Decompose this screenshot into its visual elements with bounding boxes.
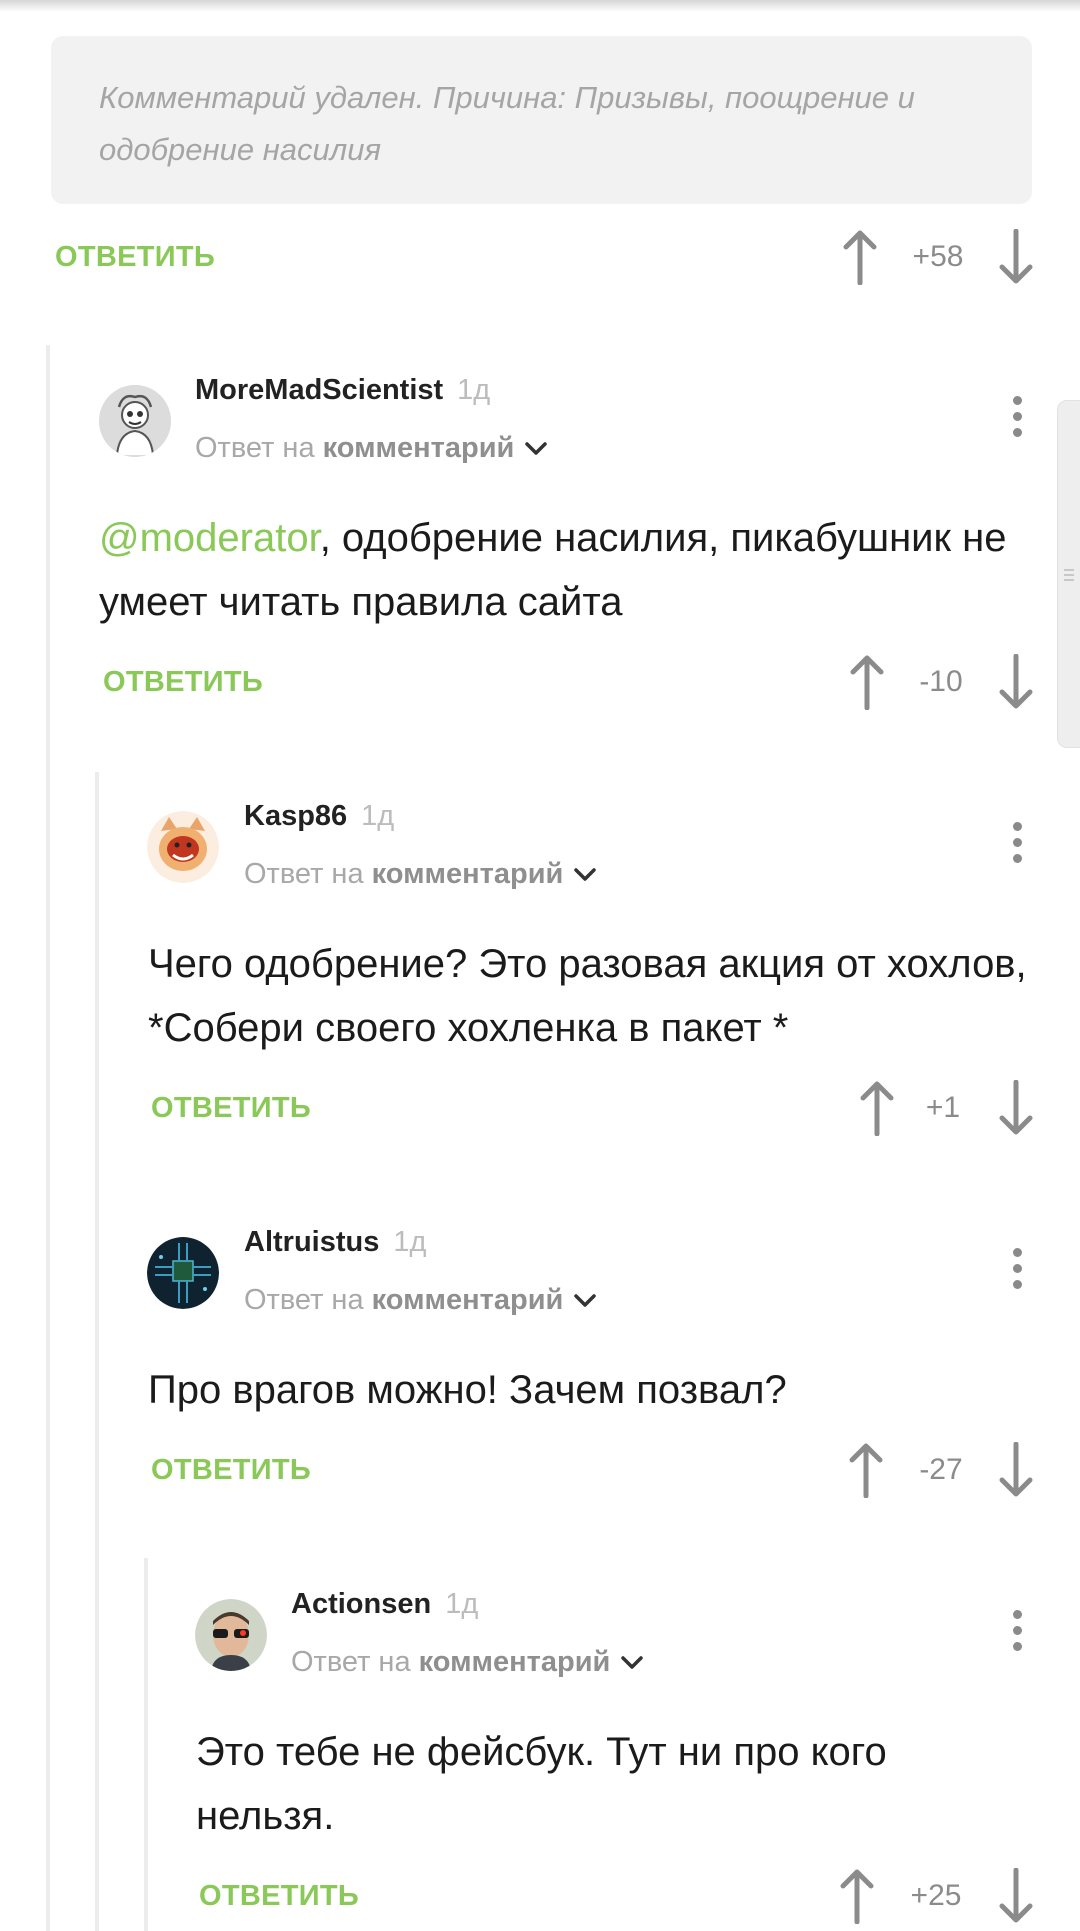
- comment-text: Чего одобрение? Это разовая акция от хох…: [148, 942, 1027, 1050]
- chevron-down-icon[interactable]: [524, 440, 548, 458]
- more-icon[interactable]: [1007, 1610, 1027, 1660]
- username-text[interactable]: MoreMadScientist: [195, 374, 443, 406]
- chevron-down-icon[interactable]: [573, 866, 597, 884]
- reply-to-target[interactable]: комментарий: [372, 1284, 564, 1316]
- reply-to-link[interactable]: Ответ на комментарий: [244, 1284, 597, 1317]
- reply-button[interactable]: ОТВЕТИТЬ: [199, 1866, 359, 1926]
- reply-button[interactable]: ОТВЕТИТЬ: [151, 1078, 311, 1138]
- comment-actions: ОТВЕТИТЬ +25: [199, 1866, 1033, 1926]
- reply-button[interactable]: ОТВЕТИТЬ: [151, 1440, 311, 1500]
- deleted-comment-text: Комментарий удален. Причина: Призывы, по…: [99, 80, 915, 167]
- comment-actions: ОТВЕТИТЬ -10: [103, 652, 1033, 712]
- thread-line-level-2: [95, 772, 99, 1931]
- arrow-down-icon[interactable]: [996, 1080, 1036, 1136]
- mention-link[interactable]: @moderator: [99, 516, 320, 560]
- username-text[interactable]: Actionsen: [291, 1588, 431, 1620]
- username[interactable]: Actionsen 1д: [291, 1588, 478, 1621]
- comment-time: 1д: [361, 800, 395, 832]
- reply-to-target[interactable]: комментарий: [419, 1646, 611, 1678]
- avatar[interactable]: [147, 1237, 219, 1309]
- reply-to-link[interactable]: Ответ на комментарий: [244, 858, 597, 891]
- reply-to-prefix: Ответ на: [244, 1284, 364, 1316]
- more-icon[interactable]: [1007, 822, 1027, 872]
- reply-to-prefix: Ответ на: [195, 432, 315, 464]
- vote-score: -27: [919, 1453, 963, 1486]
- deleted-comment-actions: ОТВЕТИТЬ +58: [55, 227, 1035, 287]
- deleted-comment-box: Комментарий удален. Причина: Призывы, по…: [51, 36, 1032, 204]
- reply-button[interactable]: ОТВЕТИТЬ: [103, 652, 263, 712]
- more-icon[interactable]: [1007, 1248, 1027, 1298]
- reply-to-link[interactable]: Ответ на комментарий: [291, 1646, 644, 1679]
- comment-text: Это тебе не фейсбук. Тут ни про кого нел…: [196, 1730, 887, 1838]
- reply-button[interactable]: ОТВЕТИТЬ: [55, 227, 215, 287]
- arrow-down-icon[interactable]: [996, 229, 1036, 285]
- avatar[interactable]: [99, 385, 171, 457]
- arrow-down-icon[interactable]: [996, 654, 1036, 710]
- username-text[interactable]: Kasp86: [244, 800, 347, 832]
- arrow-up-icon[interactable]: [847, 654, 887, 710]
- comment-time: 1д: [457, 374, 491, 406]
- username[interactable]: Altruistus 1д: [244, 1226, 426, 1259]
- comment-time: 1д: [393, 1226, 427, 1258]
- reply-to-prefix: Ответ на: [291, 1646, 411, 1678]
- vote-score: +58: [912, 240, 964, 273]
- avatar[interactable]: [147, 811, 219, 883]
- chevron-down-icon[interactable]: [573, 1292, 597, 1310]
- scroll-handle[interactable]: [1057, 400, 1080, 748]
- arrow-up-icon[interactable]: [857, 1080, 897, 1136]
- reply-to-link[interactable]: Ответ на комментарий: [195, 432, 548, 465]
- vote-score: +1: [925, 1091, 961, 1124]
- arrow-up-icon[interactable]: [837, 1868, 877, 1924]
- chevron-down-icon[interactable]: [620, 1654, 644, 1672]
- thread-line-level-3: [144, 1558, 148, 1931]
- arrow-down-icon[interactable]: [996, 1442, 1036, 1498]
- top-shadow: [0, 0, 1080, 12]
- reply-to-prefix: Ответ на: [244, 858, 364, 890]
- username[interactable]: Kasp86 1д: [244, 800, 394, 833]
- username[interactable]: MoreMadScientist 1д: [195, 374, 490, 407]
- comment-text: @moderator, одобрение насилия, пикабушни…: [99, 506, 1019, 634]
- avatar[interactable]: [195, 1599, 267, 1671]
- arrow-up-icon[interactable]: [846, 1442, 886, 1498]
- vote-score: +25: [910, 1879, 962, 1912]
- thread-line-level-1: [46, 345, 50, 1931]
- reply-to-target[interactable]: комментарий: [372, 858, 564, 890]
- comment-actions: ОТВЕТИТЬ +1: [151, 1078, 1033, 1138]
- reply-to-target[interactable]: комментарий: [323, 432, 515, 464]
- username-text[interactable]: Altruistus: [244, 1226, 379, 1258]
- vote-score: -10: [919, 665, 963, 698]
- arrow-up-icon[interactable]: [840, 229, 880, 285]
- comment-actions: ОТВЕТИТЬ -27: [151, 1440, 1033, 1500]
- more-icon[interactable]: [1007, 396, 1027, 446]
- arrow-down-icon[interactable]: [996, 1868, 1036, 1924]
- comment-time: 1д: [445, 1588, 479, 1620]
- comment-text: Про врагов можно! Зачем позвал?: [148, 1368, 787, 1412]
